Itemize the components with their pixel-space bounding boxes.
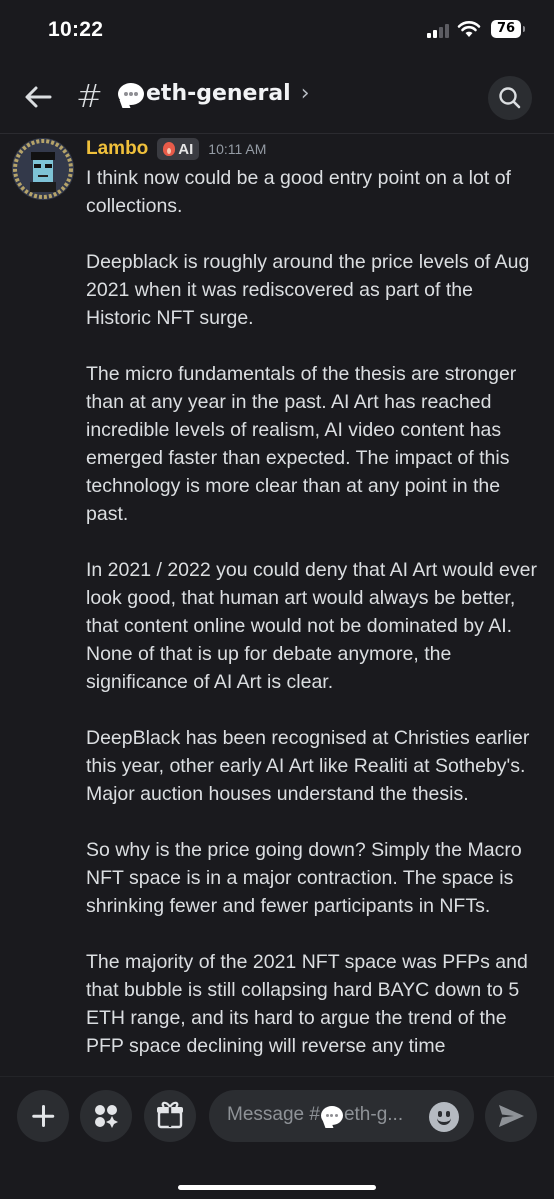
placeholder-prefix: Message # [227, 1104, 320, 1125]
gift-button[interactable] [144, 1090, 196, 1142]
cellular-signal-icon [427, 24, 449, 38]
flame-icon [163, 142, 176, 156]
avatar[interactable] [12, 138, 74, 200]
channel-hash-icon: # [76, 77, 103, 115]
message-input[interactable]: Message # eth-g... [209, 1090, 474, 1142]
user-tag-label: AI [178, 140, 194, 158]
send-icon [499, 1105, 524, 1127]
message-username[interactable]: Lambo [86, 138, 148, 160]
channel-name: eth-general [146, 81, 291, 106]
message-paragraph: The majority of the 2021 NFT space was P… [86, 951, 528, 1057]
search-icon [499, 87, 521, 109]
wifi-icon [457, 21, 481, 37]
status-time: 10:22 [48, 18, 104, 41]
avatar-image [12, 138, 74, 200]
message-paragraph: Deepblack is roughly around the price le… [86, 251, 530, 329]
message-paragraph: So why is the price going down? Simply t… [86, 839, 522, 917]
message-paragraph: In 2021 / 2022 you could deny that AI Ar… [86, 559, 537, 693]
back-arrow-icon[interactable] [22, 82, 54, 112]
message-timestamp: 10:11 AM [208, 141, 267, 157]
status-bar: 10:22 76 [0, 0, 554, 62]
user-tag-badge[interactable]: AI [157, 138, 200, 160]
speech-bubble-icon [118, 82, 144, 105]
speech-bubble-icon [320, 1105, 343, 1125]
channel-header: # eth-general › [0, 62, 554, 134]
apps-icon [95, 1105, 118, 1128]
gift-icon [157, 1101, 183, 1129]
message-composer: Message # eth-g... [0, 1076, 554, 1199]
message-body[interactable]: I think now could be a good entry point … [86, 164, 538, 1088]
add-attachment-button[interactable] [17, 1090, 69, 1142]
message-header: Lambo AI 10:11 AM [86, 137, 266, 161]
battery-indicator: 76 [491, 20, 525, 38]
message-placeholder: Message # eth-g... [227, 1104, 403, 1126]
message-paragraph: DeepBlack has been recognised at Christi… [86, 727, 530, 805]
emoji-icon[interactable] [429, 1102, 459, 1132]
message-paragraph: I think now could be a good entry point … [86, 167, 511, 217]
home-indicator [178, 1185, 376, 1190]
apps-button[interactable] [80, 1090, 132, 1142]
chevron-right-icon: › [300, 81, 310, 106]
message-paragraph: The micro fundamentals of the thesis are… [86, 363, 517, 525]
search-button[interactable] [488, 76, 532, 120]
channel-title[interactable]: eth-general › [118, 81, 310, 106]
placeholder-suffix: eth-g... [343, 1104, 404, 1125]
send-button[interactable] [485, 1090, 537, 1142]
